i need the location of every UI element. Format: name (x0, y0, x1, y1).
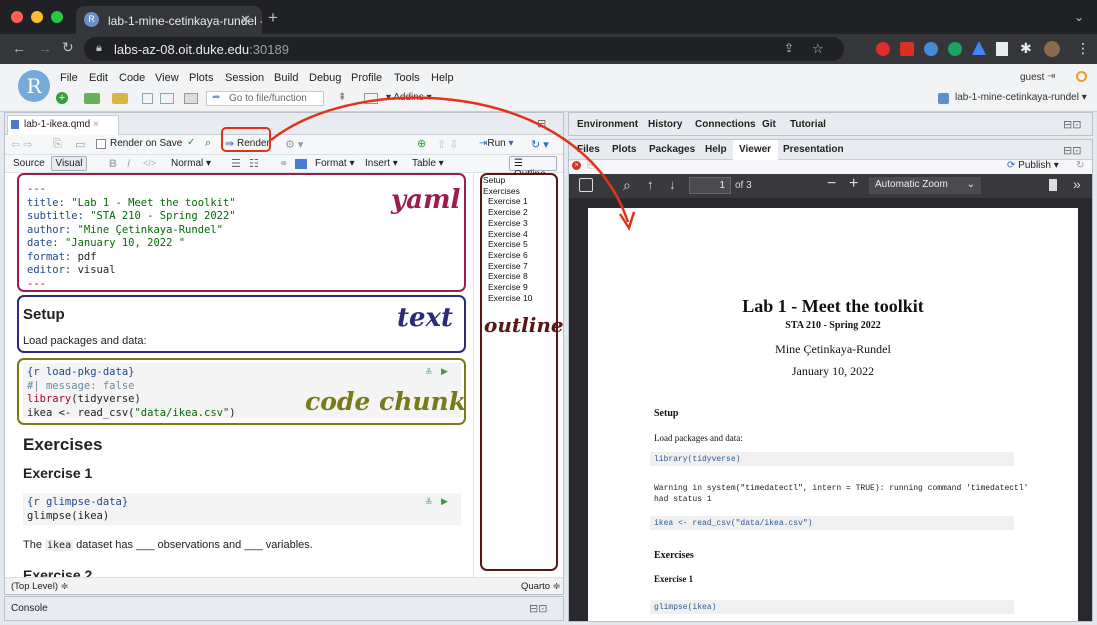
arrow-path (270, 96, 630, 223)
render-to-viewer-arrow (270, 96, 636, 231)
